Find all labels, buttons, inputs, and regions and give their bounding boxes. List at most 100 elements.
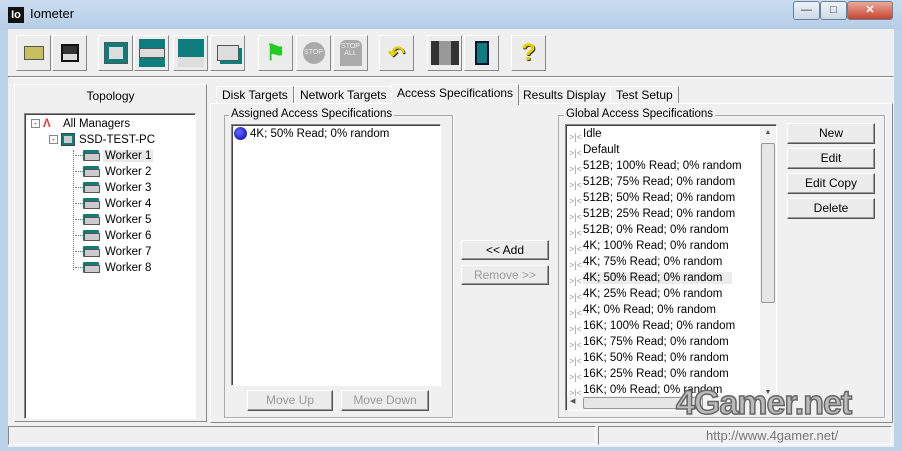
reset-icon: ↶ [388,42,405,65]
tree-item-worker[interactable]: Worker 7 [75,244,153,260]
start-button[interactable]: ⚑ [258,35,293,71]
tab-network-targets[interactable]: Network Targets [294,86,393,104]
status-bar-pane [8,426,596,445]
stop-all-button[interactable]: STOP ALL [333,35,368,71]
tree-label: Worker 3 [105,182,152,194]
edit-copy-button[interactable]: Edit Copy [787,173,875,194]
tree-item-worker[interactable]: Worker 8 [75,260,153,276]
all-managers-icon: Λ [43,118,51,130]
scroll-up-icon[interactable]: ▲ [760,126,776,140]
tab-disk-targets[interactable]: Disk Targets [216,86,294,104]
new-network-worker-button[interactable] [173,35,208,71]
worker-icon [83,230,100,242]
spec-icon: >|< [569,259,582,270]
stop-button[interactable]: STOP [296,35,331,71]
tree-item-worker[interactable]: Worker 2 [75,164,153,180]
collapse-icon[interactable]: - [49,135,58,145]
add-button[interactable]: << Add [461,240,549,260]
global-item[interactable]: >|<Idle [569,126,602,142]
manager-icon [61,133,75,147]
tree-item-manager[interactable]: - SSD-TEST-PC [49,132,155,148]
open-button[interactable] [16,35,51,71]
global-list[interactable]: >|<Idle >|<Default >|<512B; 100% Read; 0% … [565,124,777,411]
assigned-list[interactable]: 4K; 50% Read; 0% random [231,124,441,386]
spec-icon: >|< [569,227,582,238]
tree-item-all-managers[interactable]: - Λ All Managers [31,116,130,132]
global-item[interactable]: >|<16K; 75% Read; 0% random [569,334,729,350]
global-item[interactable]: >|<512B; 50% Read; 0% random [569,190,735,206]
disconnect-button[interactable] [427,35,462,71]
worker-icon [83,262,100,274]
title-bar: Io Iometer — □ ✕ [0,0,902,30]
tab-results-display[interactable]: Results Display [517,86,612,104]
vertical-scrollbar[interactable]: ▲ ▼ [760,126,776,396]
global-item[interactable]: >|<16K; 25% Read; 0% random [569,366,729,382]
global-item[interactable]: >|<4K; 75% Read; 0% random [569,254,722,270]
scroll-left-icon[interactable]: ◀ [570,397,575,405]
start-flag-icon: ⚑ [265,40,286,65]
item-label: Default [583,144,620,156]
tree-label: Worker 7 [105,246,152,258]
tree-label: Worker 6 [105,230,152,242]
global-item[interactable]: >|<4K; 50% Read; 0% random [569,270,733,286]
global-item[interactable]: >|<512B; 0% Read; 0% random [569,222,729,238]
new-button[interactable]: New [787,123,875,144]
help-button[interactable]: ? [511,35,546,71]
worker-icon [83,182,100,194]
tree-item-worker[interactable]: Worker 1 [75,148,154,164]
global-item[interactable]: >|<16K; 50% Read; 0% random [569,350,729,366]
disconnect-icon [430,41,459,65]
spec-icon: >|< [569,371,582,382]
tree-label: Worker 4 [105,198,152,210]
spec-icon: >|< [569,163,582,174]
tab-access-specifications[interactable]: Access Specifications [391,84,520,105]
global-item[interactable]: >|<512B; 25% Read; 0% random [569,206,735,222]
remove-button[interactable]: Remove >> [461,265,549,285]
worker-icon [138,39,165,67]
global-item[interactable]: >|<4K; 100% Read; 0% random [569,238,729,254]
move-up-button[interactable]: Move Up [247,390,333,411]
worker-icon [83,246,100,258]
global-item[interactable]: >|<4K; 0% Read; 0% random [569,302,716,318]
global-item[interactable]: >|<512B; 75% Read; 0% random [569,174,735,190]
delete-button[interactable]: Delete [787,198,875,219]
tree-item-worker[interactable]: Worker 6 [75,228,153,244]
close-button[interactable]: ✕ [847,1,893,20]
item-label: 16K; 75% Read; 0% random [583,336,729,348]
tree-item-worker[interactable]: Worker 4 [75,196,153,212]
item-label: 4K; 25% Read; 0% random [583,288,723,300]
global-item[interactable]: >|<Default [569,142,619,158]
tab-test-setup[interactable]: Test Setup [610,86,679,104]
topology-tree[interactable]: - Λ All Managers - SSD-TEST-PC Worker 1 Work… [24,113,196,419]
tree-item-worker[interactable]: Worker 5 [75,212,153,228]
watermark-logo: 4Gamer.net [675,383,853,423]
item-label: 4K; 0% Read; 0% random [583,304,716,316]
global-item[interactable]: >|<4K; 25% Read; 0% random [569,286,722,302]
edit-button[interactable]: Edit [787,148,875,169]
worker-icon [83,150,100,162]
assigned-label: Assigned Access Specifications [229,108,395,120]
assigned-item[interactable]: 4K; 50% Read; 0% random [234,126,389,142]
tree-item-worker[interactable]: Worker 3 [75,180,153,196]
help-icon: ? [521,39,536,66]
save-button[interactable] [52,35,87,71]
manager-icon [103,42,128,64]
reset-button[interactable]: ↶ [379,35,414,71]
collapse-icon[interactable]: - [31,119,40,129]
minimize-button[interactable]: — [793,1,820,20]
scrollbar-thumb[interactable] [761,143,775,303]
spec-icon: >|< [569,275,582,286]
maximize-button[interactable]: □ [820,1,847,20]
tree-label: Worker 5 [105,214,152,226]
global-item[interactable]: >|<512B; 100% Read; 0% random [569,158,742,174]
exit-button[interactable] [464,35,499,71]
spec-icon: >|< [569,355,582,366]
tree-label: All Managers [63,118,131,130]
duplicate-worker-button[interactable] [210,35,245,71]
open-icon [23,46,44,60]
move-down-button[interactable]: Move Down [341,390,429,411]
global-item[interactable]: >|<16K; 100% Read; 0% random [569,318,735,334]
new-worker-button[interactable] [134,35,169,71]
worker-icon [83,166,100,178]
new-manager-button[interactable] [98,35,133,71]
